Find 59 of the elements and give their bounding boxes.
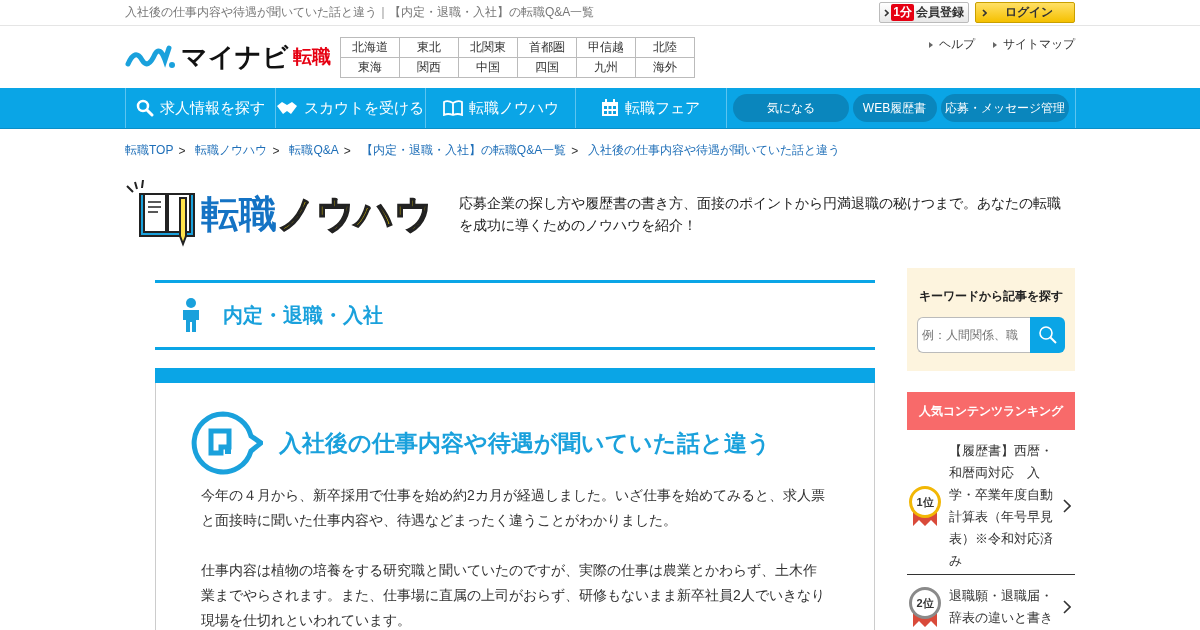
triangle-right-icon (993, 41, 997, 48)
breadcrumb-separator: > (571, 143, 579, 158)
ranking-header: 人気コンテンツランキング (907, 392, 1075, 430)
banner-description: 応募企業の探し方や履歴書の書き方、面接のポイントから円満退職の秘けつまで。あなたの転職を成功に導くためのノウハウを紹介！ (459, 194, 1062, 235)
page-title: 入社後の仕事内容や待遇が聞いていた話と違う｜【内定・退職・入社】の転職Q&A一覧 (125, 4, 595, 21)
question-title: 入社後の仕事内容や待遇が聞いていた話と違う (279, 428, 771, 458)
region-link[interactable]: 九州 (577, 57, 636, 78)
logo-subtitle[interactable]: 転職 (293, 44, 331, 70)
header-link[interactable]: ヘルプ (929, 36, 975, 53)
register-button[interactable]: 1分 会員登録 (879, 2, 969, 23)
breadcrumb-link[interactable]: 転職ノウハウ (195, 142, 268, 159)
chevron-right-icon (982, 8, 987, 17)
logo-icon[interactable] (125, 44, 177, 70)
chevron-right-icon (884, 8, 890, 17)
region-link[interactable]: 北関東 (459, 37, 518, 58)
keyword-search-field[interactable]: 例：人間関係、職 (917, 317, 1030, 353)
chevron-right-icon (1063, 600, 1071, 614)
category-title: 内定・退職・入社 (223, 302, 383, 328)
banner-title: 転職ノウハウ (201, 191, 434, 237)
rank-medal: 1位 (907, 486, 943, 526)
calendar-icon (601, 99, 620, 117)
region-link[interactable]: 中国 (459, 57, 518, 78)
region-link[interactable]: 東北 (400, 37, 459, 58)
region-link[interactable]: 東海 (341, 57, 400, 78)
question-bubble-icon (191, 411, 263, 475)
search-icon (135, 99, 154, 117)
search-panel-title: キーワードから記事を探す (918, 288, 1064, 305)
breadcrumb-separator: > (272, 143, 280, 158)
chevron-right-icon (1063, 499, 1071, 513)
breadcrumb-link[interactable]: 転職TOP (125, 142, 174, 159)
triangle-right-icon (929, 41, 933, 48)
open-book-pencil-icon (125, 180, 195, 248)
nav-pill[interactable]: WEB履歴書 (852, 94, 937, 122)
nav-pill[interactable]: 応募・メッセージ管理 (940, 94, 1069, 122)
question-paragraph: 仕事内容は植物の培養をする研究職と聞いていたのですが、実際の仕事は農業とかわらず、土木作業までやらされます。また、仕事場に直属の上司がおらず、研修もないまま新卒社員2人でいきなり現場を仕切れといわれています。 (201, 561, 826, 630)
nav-pill[interactable]: 気になる (732, 94, 849, 122)
region-link[interactable]: 北陸 (636, 37, 695, 58)
breadcrumb-link[interactable]: 入社後の仕事内容や待遇が聞いていた話と違う (588, 142, 841, 159)
logo-text[interactable]: マイナビ (181, 39, 289, 75)
search-button[interactable] (1030, 317, 1065, 353)
breadcrumb-separator: > (178, 143, 186, 158)
breadcrumb-separator: > (343, 143, 351, 158)
ranking-item[interactable]: 1位 【履歴書】西暦・和暦両対応 入学・卒業年度自動計算表（年号早見表）※令和対応済み (907, 430, 1075, 575)
book-icon (442, 100, 463, 116)
region-link[interactable]: 関西 (400, 57, 459, 78)
breadcrumb-link[interactable]: 転職Q&A (289, 142, 339, 159)
person-icon (181, 298, 201, 332)
region-link[interactable]: 北海道 (341, 37, 400, 58)
question-paragraph: 今年の４月から、新卒採用で仕事を始め約2カ月が経過しました。いざ仕事を始めてみると、求人票と面接時に聞いた仕事内容や、待遇などまったく違うことがわかりました。 (201, 486, 826, 530)
region-link[interactable]: 首都圏 (518, 37, 577, 58)
region-link[interactable]: 海外 (636, 57, 695, 78)
header-link[interactable]: サイトマップ (993, 36, 1075, 53)
breadcrumb-link[interactable]: 【内定・退職・入社】の転職Q&A一覧 (360, 142, 567, 159)
ranking-item[interactable]: 2位 退職願・退職届・辞表の違いと書き (907, 575, 1075, 630)
region-link[interactable]: 甲信越 (577, 37, 636, 58)
rank-medal: 2位 (907, 587, 943, 627)
login-button[interactable]: ログイン (975, 2, 1075, 23)
search-icon (1037, 325, 1058, 345)
region-link[interactable]: 四国 (518, 57, 577, 78)
